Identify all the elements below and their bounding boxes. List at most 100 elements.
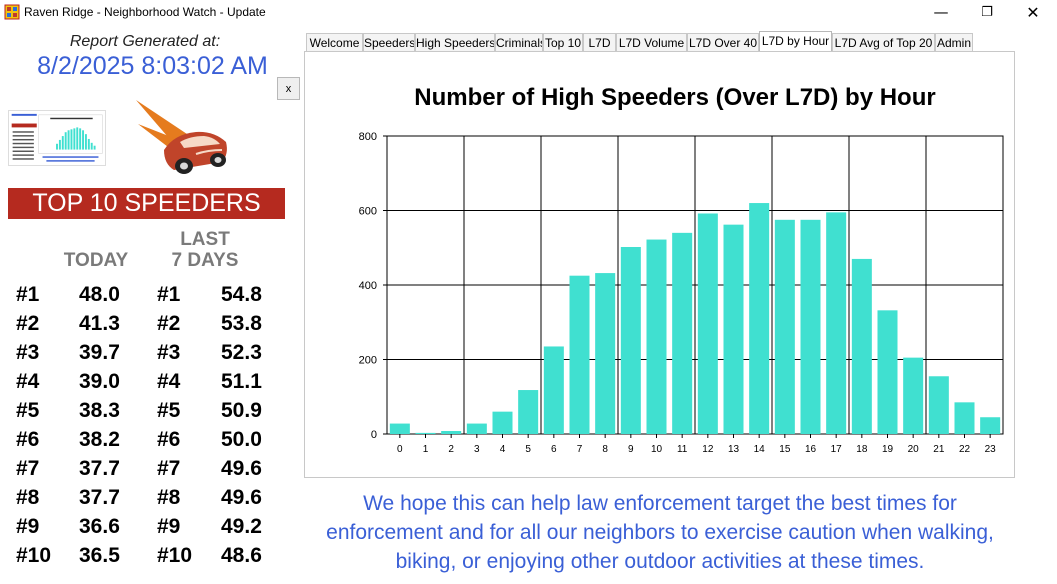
bar — [492, 411, 513, 434]
speeder-rank-row: #3 39.7 #3 52.3 — [0, 341, 300, 370]
x-tick-label: 5 — [525, 444, 531, 455]
x-tick-label: 7 — [577, 444, 583, 455]
title-bar: Raven Ridge - Neighborhood Watch - Updat… — [0, 0, 1057, 24]
speeder-rank-row: #2 41.3 #2 53.8 — [0, 312, 300, 341]
close-panel-button[interactable]: x — [277, 77, 300, 100]
speeder-rank-row: #5 38.3 #5 50.9 — [0, 399, 300, 428]
today-speed-value: 48.0 — [79, 283, 120, 306]
today-rank-label: #6 — [16, 428, 40, 451]
bar — [903, 357, 924, 434]
x-tick-label: 9 — [628, 444, 634, 455]
bar — [620, 247, 641, 434]
bar — [851, 258, 872, 434]
report-thumbnail-image — [8, 110, 106, 166]
x-tick-label: 22 — [959, 444, 971, 455]
bar — [826, 212, 847, 434]
tab-l7d[interactable]: L7D — [583, 33, 616, 52]
last7-rank-label: #6 — [157, 428, 181, 451]
today-rank-label: #7 — [16, 457, 40, 480]
last7-speed-value: 54.8 — [221, 283, 262, 306]
x-tick-label: 6 — [551, 444, 557, 455]
x-tick-label: 19 — [882, 444, 894, 455]
last7-speed-value: 49.6 — [221, 486, 262, 509]
tab-speeders[interactable]: Speeders — [363, 33, 415, 52]
app-icon — [4, 4, 20, 20]
last7-speed-value: 50.9 — [221, 399, 262, 422]
last7-speed-value: 53.8 — [221, 312, 262, 335]
last7-rank-label: #2 — [157, 312, 181, 335]
tab-criminals[interactable]: Criminals — [495, 33, 543, 52]
today-speed-value: 36.5 — [79, 544, 120, 567]
x-tick-label: 14 — [754, 444, 766, 455]
x-tick-label: 3 — [474, 444, 480, 455]
last7-rank-label: #4 — [157, 370, 181, 393]
today-speed-value: 39.0 — [79, 370, 120, 393]
top-10-speeders-banner: TOP 10 SPEEDERS — [8, 188, 285, 219]
close-window-button[interactable]: ✕ — [1010, 0, 1056, 24]
speeder-rank-row: #6 38.2 #6 50.0 — [0, 428, 300, 457]
last7-rank-label: #10 — [157, 544, 193, 567]
bar — [441, 431, 462, 434]
tab-top-10[interactable]: Top 10 — [543, 33, 583, 52]
speeder-rank-row: #7 37.7 #7 49.6 — [0, 457, 300, 486]
maximize-button[interactable]: ❐ — [964, 0, 1010, 24]
last7-speed-value: 48.6 — [221, 544, 262, 567]
last7-rank-label: #3 — [157, 341, 181, 364]
last7-rank-label: #7 — [157, 457, 181, 480]
today-rank-label: #9 — [16, 515, 40, 538]
bar — [697, 213, 718, 434]
today-speed-value: 38.2 — [79, 428, 120, 451]
bar — [389, 423, 410, 434]
last7-speed-value: 51.1 — [221, 370, 262, 393]
x-tick-label: 17 — [831, 444, 843, 455]
speeding-car-logo — [136, 100, 227, 174]
last7-speed-value: 49.6 — [221, 457, 262, 480]
speeder-rank-row: #10 36.5 #10 48.6 — [0, 544, 300, 573]
today-rank-label: #1 — [16, 283, 40, 306]
tab-l7d-volume[interactable]: L7D Volume — [616, 33, 687, 52]
tab-admin[interactable]: Admin — [935, 33, 973, 52]
tab-l7d-avg-of-top-20[interactable]: L7D Avg of Top 20 — [832, 33, 935, 52]
speeder-rank-row: #4 39.0 #4 51.1 — [0, 370, 300, 399]
speeder-rank-row: #1 48.0 #1 54.8 — [0, 283, 300, 312]
bar — [672, 232, 693, 434]
today-rank-label: #8 — [16, 486, 40, 509]
x-tick-label: 20 — [908, 444, 920, 455]
tab-welcome[interactable]: Welcome — [306, 33, 363, 52]
bar — [646, 239, 667, 434]
bar — [928, 376, 949, 434]
x-tick-label: 16 — [805, 444, 817, 455]
x-tick-label: 11 — [677, 444, 688, 455]
bar — [749, 203, 770, 434]
today-speed-value: 41.3 — [79, 312, 120, 335]
x-tick-label: 18 — [856, 444, 868, 455]
x-tick-label: 1 — [423, 444, 429, 455]
high-speeders-by-hour-chart: Number of High Speeders (Over L7D) by Ho… — [359, 84, 1004, 455]
y-tick-label: 600 — [359, 206, 377, 218]
tab-page-l7d-by-hour: Number of High Speeders (Over L7D) by Ho… — [304, 51, 1015, 478]
bar — [877, 310, 898, 434]
x-tick-label: 8 — [602, 444, 608, 455]
minimize-button[interactable]: — — [918, 0, 964, 24]
last7-speed-value: 50.0 — [221, 428, 262, 451]
last7-rank-label: #8 — [157, 486, 181, 509]
speeder-rank-row: #8 37.7 #8 49.6 — [0, 486, 300, 515]
today-column-header: TODAY — [63, 250, 129, 271]
last7-rank-label: #9 — [157, 515, 181, 538]
y-tick-label: 0 — [371, 429, 377, 441]
bar — [980, 417, 1001, 434]
last-7-days-column-header: LAST 7 DAYS — [160, 229, 250, 271]
today-speed-value: 39.7 — [79, 341, 120, 364]
bar — [518, 390, 539, 434]
y-tick-label: 800 — [359, 131, 377, 143]
x-tick-label: 2 — [448, 444, 454, 455]
tab-high-speeders[interactable]: High Speeders — [415, 33, 495, 52]
left-panel: Report Generated at: 8/2/2025 8:03:02 AM… — [0, 24, 300, 584]
y-tick-label: 200 — [359, 355, 377, 367]
tab-l7d-by-hour[interactable]: L7D by Hour — [759, 31, 832, 52]
bar — [466, 423, 487, 434]
y-tick-label: 400 — [359, 280, 377, 292]
chart-title: Number of High Speeders (Over L7D) by Ho… — [414, 84, 935, 111]
report-generated-label: Report Generated at: — [69, 33, 221, 50]
tab-l7d-over-40[interactable]: L7D Over 40 — [687, 33, 759, 52]
